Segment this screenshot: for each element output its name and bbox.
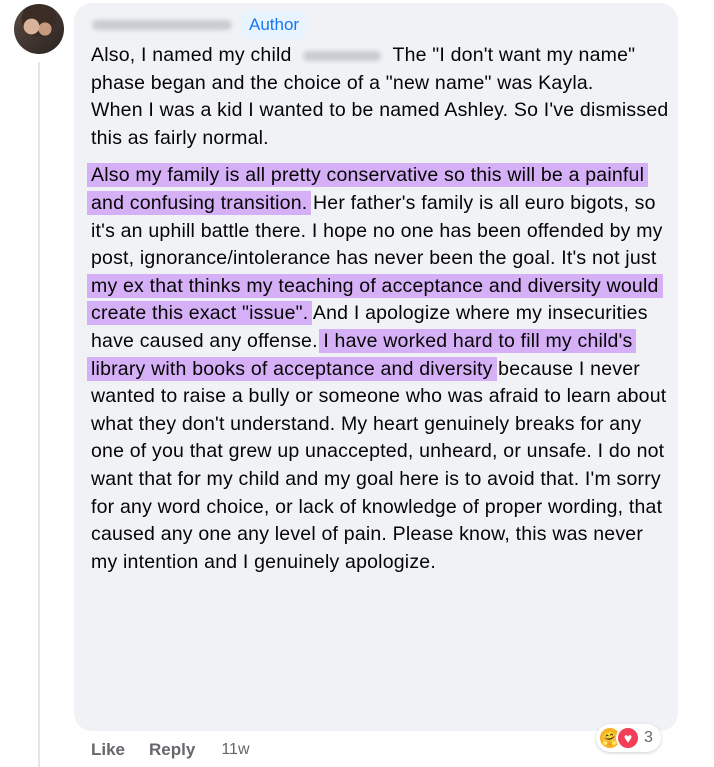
comment-text-segment: When I was a kid I wanted to be named As… [91, 99, 669, 149]
like-button[interactable]: Like [91, 740, 125, 760]
comment-paragraph: Also, I named my child The "I don't want… [91, 42, 669, 97]
comment-paragraph: When I was a kid I wanted to be named As… [91, 97, 669, 152]
reaction-count: 3 [644, 729, 653, 746]
comment-text: Also, I named my child The "I don't want… [87, 42, 669, 576]
thread-line [38, 62, 40, 767]
avatar[interactable] [14, 4, 64, 54]
comment-timestamp[interactable]: 11w [221, 741, 249, 759]
comment-actions: Like Reply 11w [91, 738, 250, 762]
reactions-summary[interactable]: 🤗 ♥ 3 [596, 724, 661, 752]
comment-header: Author [92, 11, 307, 39]
comment-paragraph: Also my family is all pretty conservativ… [87, 162, 669, 576]
author-name-redacted[interactable] [92, 20, 232, 30]
redacted-name [303, 50, 382, 61]
love-icon: ♥ [616, 726, 640, 750]
comment-text-segment: because I never wanted to raise a bully … [91, 357, 667, 573]
author-badge: Author [242, 11, 307, 39]
reply-button[interactable]: Reply [149, 740, 195, 760]
comment-text-segment: Also, I named my child [91, 44, 298, 66]
